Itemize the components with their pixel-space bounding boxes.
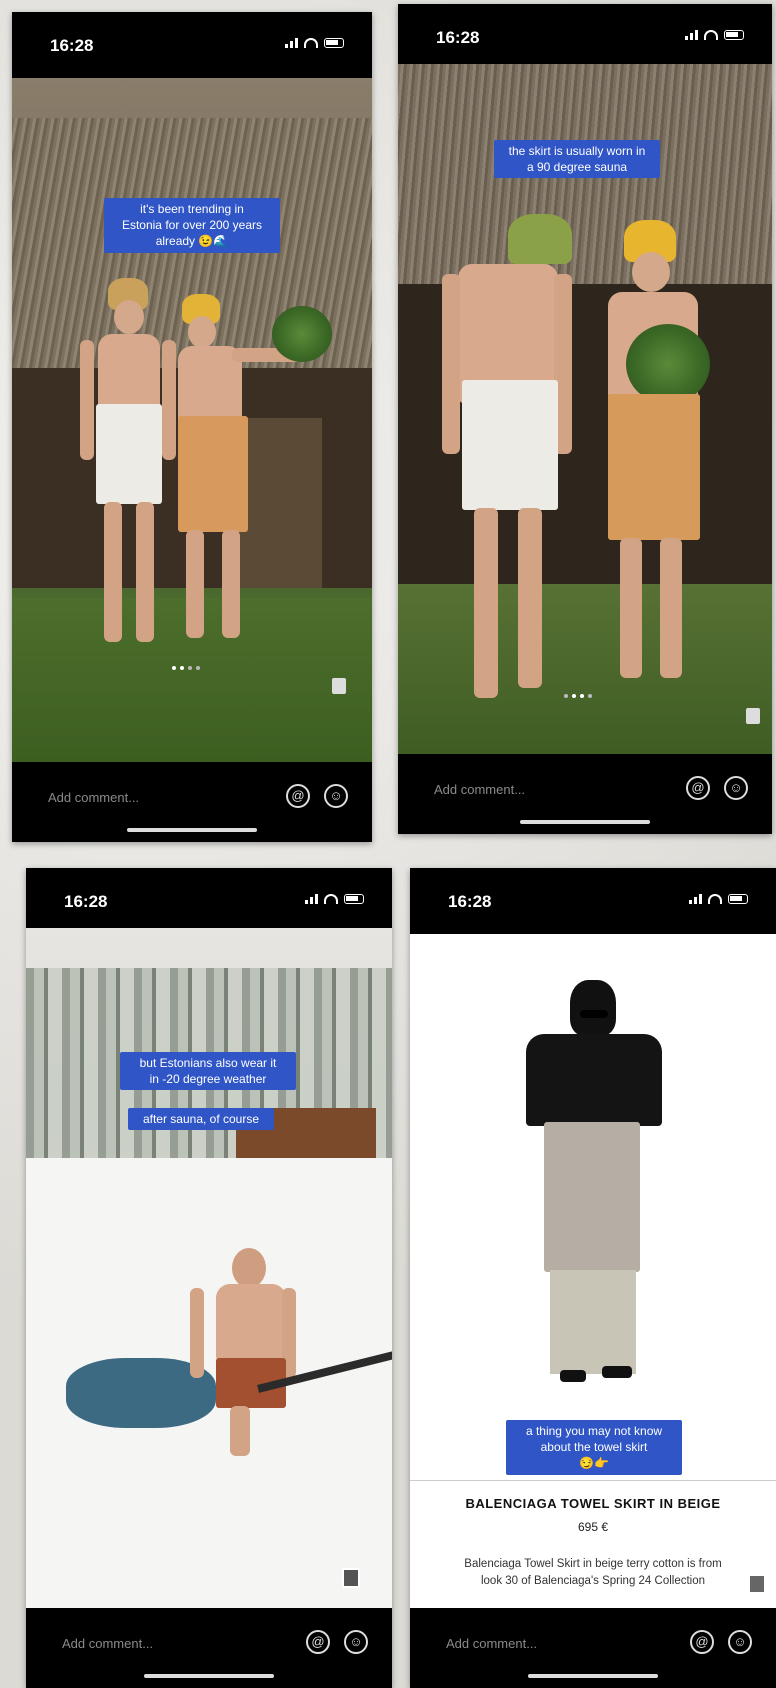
phone-screen-1: 16:28 it's been trending in Estonia for …: [12, 12, 372, 842]
at-sign-icon[interactable]: @: [286, 784, 310, 808]
status-time: 16:28: [448, 892, 492, 911]
divider: [410, 1480, 776, 1481]
phone-screen-2: 16:28 the skirt is usually worn in a 90 …: [398, 4, 772, 834]
status-time: 16:28: [436, 28, 480, 47]
story-caption: but Estonians also wear it in -20 degree…: [120, 1052, 296, 1091]
home-indicator: [144, 1674, 274, 1678]
product-description: Balenciaga Towel Skirt in beige terry co…: [464, 1558, 722, 1588]
story-image: the skirt is usually worn in a 90 degree…: [398, 64, 772, 754]
grass: [398, 584, 772, 754]
carousel-dots: [172, 666, 200, 670]
sunglasses: [580, 1010, 608, 1018]
smiley-icon[interactable]: ☺: [724, 776, 748, 800]
comment-bar: Add comment... @ ☺: [398, 754, 772, 834]
wifi-icon: [324, 894, 338, 904]
signal-icon: [685, 30, 698, 40]
carousel-dots: [564, 694, 592, 698]
signal-icon: [689, 894, 702, 904]
battery-icon: [324, 38, 344, 48]
product-title: BALENCIAGA TOWEL SKIRT IN BEIGE: [465, 1496, 721, 1511]
phone-screen-4: 16:28 a thing you may not know about the…: [410, 868, 776, 1688]
save-icon[interactable]: [342, 1568, 360, 1588]
product-price: 695 €: [577, 1520, 609, 1534]
comment-input[interactable]: Add comment...: [62, 1636, 153, 1651]
at-sign-icon[interactable]: @: [686, 776, 710, 800]
battery-icon: [344, 894, 364, 904]
product-page: a thing you may not know about the towel…: [410, 934, 776, 1608]
smiley-icon[interactable]: ☺: [324, 784, 348, 808]
at-sign-icon[interactable]: @: [306, 1630, 330, 1654]
save-icon[interactable]: [332, 678, 346, 694]
wifi-icon: [304, 38, 318, 48]
home-indicator: [520, 820, 650, 824]
home-indicator: [127, 828, 257, 832]
story-caption-secondary: after sauna, of course: [128, 1108, 274, 1131]
signal-icon: [285, 38, 298, 48]
story-caption: a thing you may not know about the towel…: [506, 1420, 682, 1475]
smiley-icon[interactable]: ☺: [344, 1630, 368, 1654]
comment-input[interactable]: Add comment...: [434, 782, 525, 797]
status-bar: 16:28: [12, 12, 372, 78]
status-bar: 16:28: [398, 4, 772, 70]
home-indicator: [528, 1674, 658, 1678]
comment-input[interactable]: Add comment...: [446, 1636, 537, 1651]
story-image: but Estonians also wear it in -20 degree…: [26, 928, 392, 1618]
comment-bar: Add comment... @ ☺: [12, 762, 372, 842]
story-image: it's been trending in Estonia for over 2…: [12, 78, 372, 762]
signal-icon: [305, 894, 318, 904]
comment-bar: Add comment... @ ☺: [26, 1608, 392, 1688]
wifi-icon: [704, 30, 718, 40]
story-caption: it's been trending in Estonia for over 2…: [104, 198, 280, 253]
at-sign-icon[interactable]: @: [690, 1630, 714, 1654]
comment-input[interactable]: Add comment...: [48, 790, 139, 805]
towel-skirt: [544, 1122, 640, 1272]
status-time: 16:28: [64, 892, 108, 911]
story-caption: the skirt is usually worn in a 90 degree…: [494, 140, 660, 179]
smiley-icon[interactable]: ☺: [728, 1630, 752, 1654]
save-icon[interactable]: [748, 1574, 766, 1594]
comment-bar: Add comment... @ ☺: [410, 1608, 776, 1688]
battery-icon: [728, 894, 748, 904]
battery-icon: [724, 30, 744, 40]
save-icon[interactable]: [746, 708, 760, 724]
status-bar: 16:28: [26, 868, 392, 934]
wifi-icon: [708, 894, 722, 904]
status-time: 16:28: [50, 36, 94, 55]
status-bar: 16:28: [410, 868, 776, 934]
phone-screen-3: 16:28 but Estonians also wear it in -20 …: [26, 868, 392, 1688]
